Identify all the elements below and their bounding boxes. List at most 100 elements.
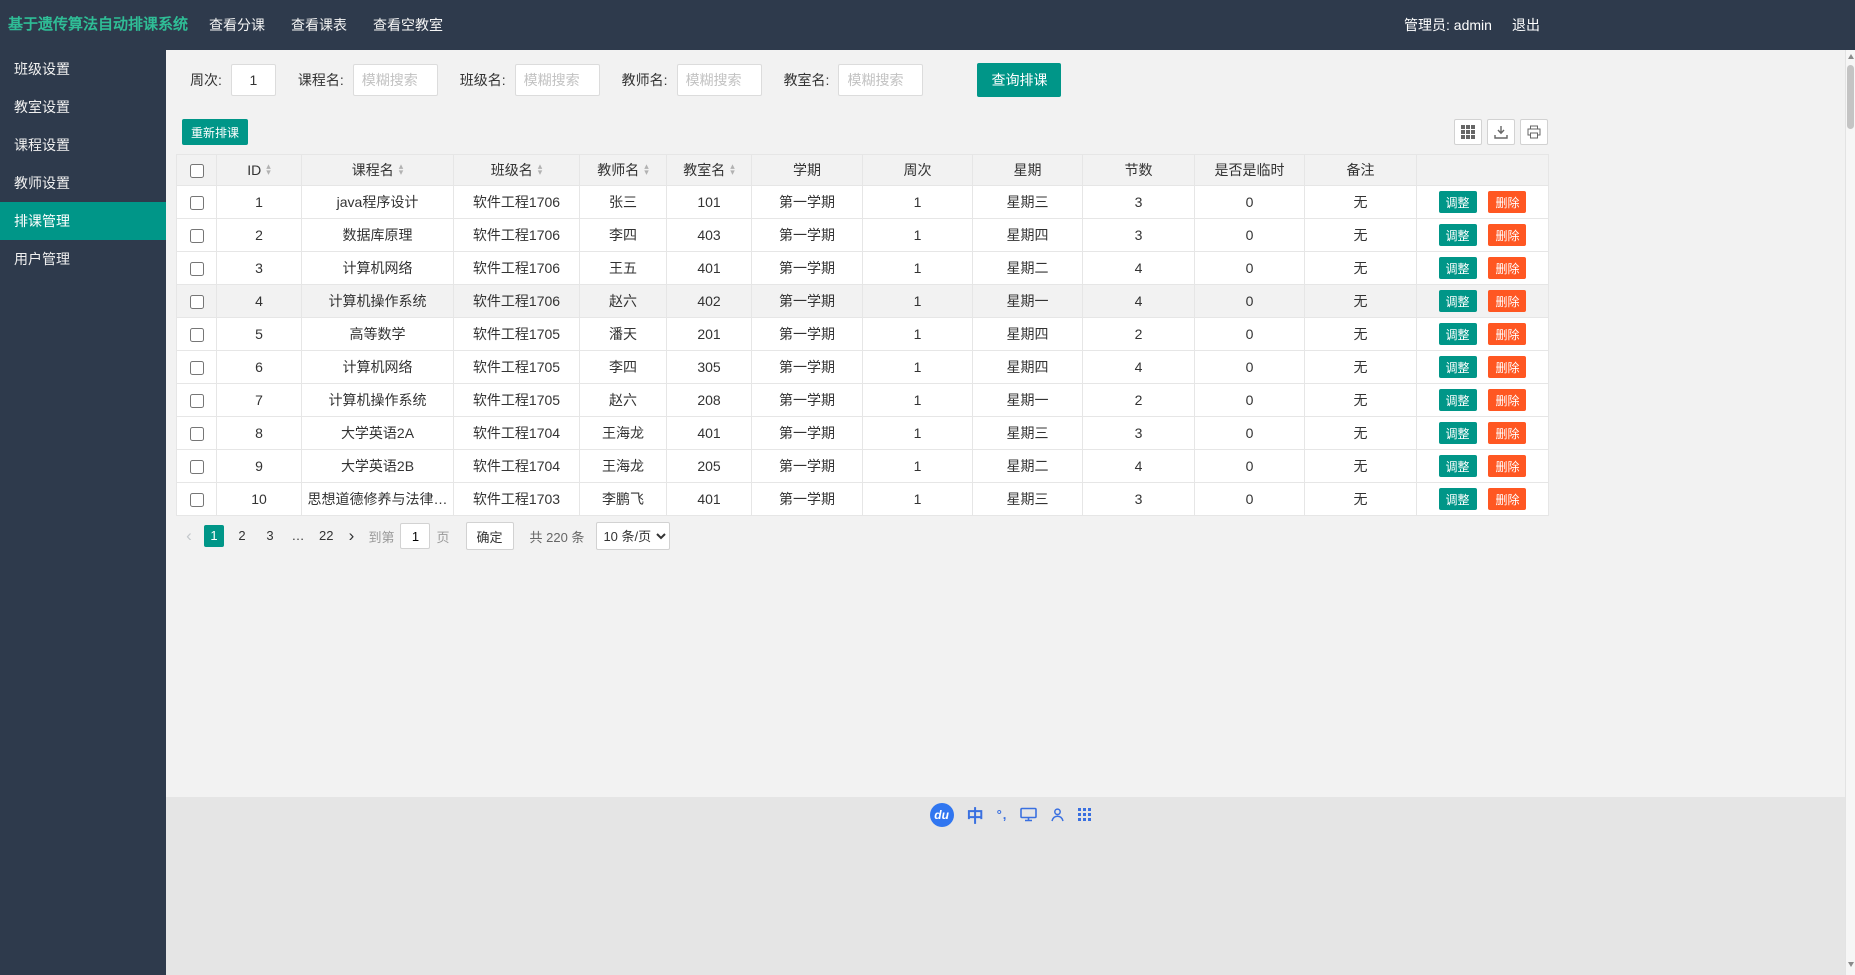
page-number[interactable]: 2 <box>232 525 252 547</box>
user-icon[interactable] <box>1050 807 1065 822</box>
sort-desc-icon[interactable]: ▾ <box>644 170 649 176</box>
room-filter-input[interactable] <box>838 64 923 96</box>
goto-confirm-button[interactable]: 确定 <box>466 522 514 550</box>
adjust-button[interactable]: 调整 <box>1439 422 1477 444</box>
row-checkbox[interactable] <box>190 427 204 441</box>
week-filter-input[interactable] <box>231 64 276 96</box>
page-number[interactable]: 3 <box>260 525 280 547</box>
column-header[interactable]: 教师名 ▴▾ <box>580 155 667 186</box>
column-header[interactable]: 班级名 ▴▾ <box>454 155 580 186</box>
column-header[interactable]: 学期 <box>752 155 863 186</box>
sort-desc-icon[interactable]: ▾ <box>730 170 735 176</box>
adjust-button[interactable]: 调整 <box>1439 290 1477 312</box>
adjust-button[interactable]: 调整 <box>1439 224 1477 246</box>
sort-icon[interactable]: ▴▾ <box>399 164 404 176</box>
page-size-select[interactable]: 10 条/页 <box>596 522 670 550</box>
class-filter-input[interactable] <box>515 64 600 96</box>
punctuation-icon[interactable]: °, <box>997 807 1008 822</box>
sidebar-item[interactable]: 教师设置 <box>0 164 166 202</box>
column-header[interactable]: ID ▴▾ <box>217 155 302 186</box>
export-icon[interactable] <box>1487 119 1515 145</box>
sort-icon[interactable]: ▴▾ <box>538 164 543 176</box>
top-nav-item[interactable]: 查看课表 <box>278 0 360 50</box>
sort-desc-icon[interactable]: ▾ <box>399 170 404 176</box>
sidebar-item[interactable]: 班级设置 <box>0 50 166 88</box>
top-nav-item[interactable]: 查看空教室 <box>360 0 456 50</box>
column-header[interactable]: 是否是临时 <box>1195 155 1305 186</box>
goto-label: 到第 <box>368 527 394 546</box>
cell-term: 第一学期 <box>752 186 863 219</box>
column-header[interactable]: 周次 <box>863 155 973 186</box>
teacher-filter-input[interactable] <box>677 64 762 96</box>
delete-button[interactable]: 删除 <box>1488 191 1526 213</box>
sort-icon[interactable]: ▴▾ <box>644 164 649 176</box>
cell-periods: 4 <box>1083 450 1195 483</box>
row-checkbox[interactable] <box>190 328 204 342</box>
row-checkbox[interactable] <box>190 262 204 276</box>
page-number[interactable]: … <box>288 525 308 547</box>
virtual-keyboard-icon[interactable] <box>1020 807 1037 822</box>
sidebar-item[interactable]: 课程设置 <box>0 126 166 164</box>
column-header[interactable]: 教室名 ▴▾ <box>667 155 752 186</box>
column-header[interactable]: 备注 <box>1305 155 1417 186</box>
delete-button[interactable]: 删除 <box>1488 224 1526 246</box>
row-checkbox[interactable] <box>190 493 204 507</box>
select-all-checkbox[interactable] <box>190 164 204 178</box>
adjust-button[interactable]: 调整 <box>1439 323 1477 345</box>
logout-link[interactable]: 退出 <box>1512 0 1540 50</box>
adjust-button[interactable]: 调整 <box>1439 455 1477 477</box>
filter-columns-icon[interactable] <box>1454 119 1482 145</box>
course-filter-input[interactable] <box>353 64 438 96</box>
scroll-down-icon[interactable] <box>1848 962 1854 967</box>
filter-bar: 周次: 课程名: 班级名: 教师名: 教室名: 查询排课 <box>176 50 1548 96</box>
delete-button[interactable]: 删除 <box>1488 422 1526 444</box>
row-checkbox[interactable] <box>190 229 204 243</box>
sort-desc-icon[interactable]: ▾ <box>538 170 543 176</box>
top-nav-item[interactable]: 查看分课 <box>196 0 278 50</box>
baidu-logo-icon[interactable]: du <box>930 803 954 827</box>
adjust-button[interactable]: 调整 <box>1439 389 1477 411</box>
row-checkbox[interactable] <box>190 394 204 408</box>
chinese-mode-icon[interactable]: 中 <box>967 802 984 827</box>
delete-button[interactable]: 删除 <box>1488 455 1526 477</box>
scroll-up-icon[interactable] <box>1848 54 1854 59</box>
scrollbar-thumb[interactable] <box>1847 65 1854 129</box>
cell-id: 7 <box>217 384 302 417</box>
sort-desc-icon[interactable]: ▾ <box>266 170 271 176</box>
cell-periods: 4 <box>1083 252 1195 285</box>
reschedule-button[interactable]: 重新排课 <box>182 119 248 145</box>
sort-icon[interactable]: ▴▾ <box>730 164 735 176</box>
delete-button[interactable]: 删除 <box>1488 488 1526 510</box>
column-header[interactable]: 星期 <box>973 155 1083 186</box>
page-number[interactable]: 1 <box>204 525 224 547</box>
delete-button[interactable]: 删除 <box>1488 257 1526 279</box>
vertical-scrollbar[interactable] <box>1845 50 1855 975</box>
page-number[interactable]: 22 <box>316 525 336 547</box>
column-header[interactable]: 课程名 ▴▾ <box>302 155 454 186</box>
prev-page-icon[interactable]: ‹ <box>181 525 197 547</box>
apps-grid-icon[interactable] <box>1078 808 1091 821</box>
delete-button[interactable]: 删除 <box>1488 389 1526 411</box>
delete-button[interactable]: 删除 <box>1488 356 1526 378</box>
adjust-button[interactable]: 调整 <box>1439 488 1477 510</box>
sidebar-item[interactable]: 用户管理 <box>0 240 166 278</box>
goto-page-input[interactable] <box>400 523 430 549</box>
schedule-table: ID ▴▾ 课程名 ▴▾ <box>176 154 1549 516</box>
adjust-button[interactable]: 调整 <box>1439 257 1477 279</box>
delete-button[interactable]: 删除 <box>1488 323 1526 345</box>
sidebar-item[interactable]: 排课管理 <box>0 202 166 240</box>
next-page-icon[interactable]: › <box>343 525 359 547</box>
column-header[interactable]: 节数 <box>1083 155 1195 186</box>
row-checkbox[interactable] <box>190 460 204 474</box>
sort-icon[interactable]: ▴▾ <box>266 164 271 176</box>
adjust-button[interactable]: 调整 <box>1439 191 1477 213</box>
row-checkbox[interactable] <box>190 196 204 210</box>
query-schedule-button[interactable]: 查询排课 <box>977 63 1061 97</box>
row-checkbox[interactable] <box>190 295 204 309</box>
cell-periods: 3 <box>1083 417 1195 450</box>
row-checkbox[interactable] <box>190 361 204 375</box>
delete-button[interactable]: 删除 <box>1488 290 1526 312</box>
print-icon[interactable] <box>1520 119 1548 145</box>
sidebar-item[interactable]: 教室设置 <box>0 88 166 126</box>
adjust-button[interactable]: 调整 <box>1439 356 1477 378</box>
